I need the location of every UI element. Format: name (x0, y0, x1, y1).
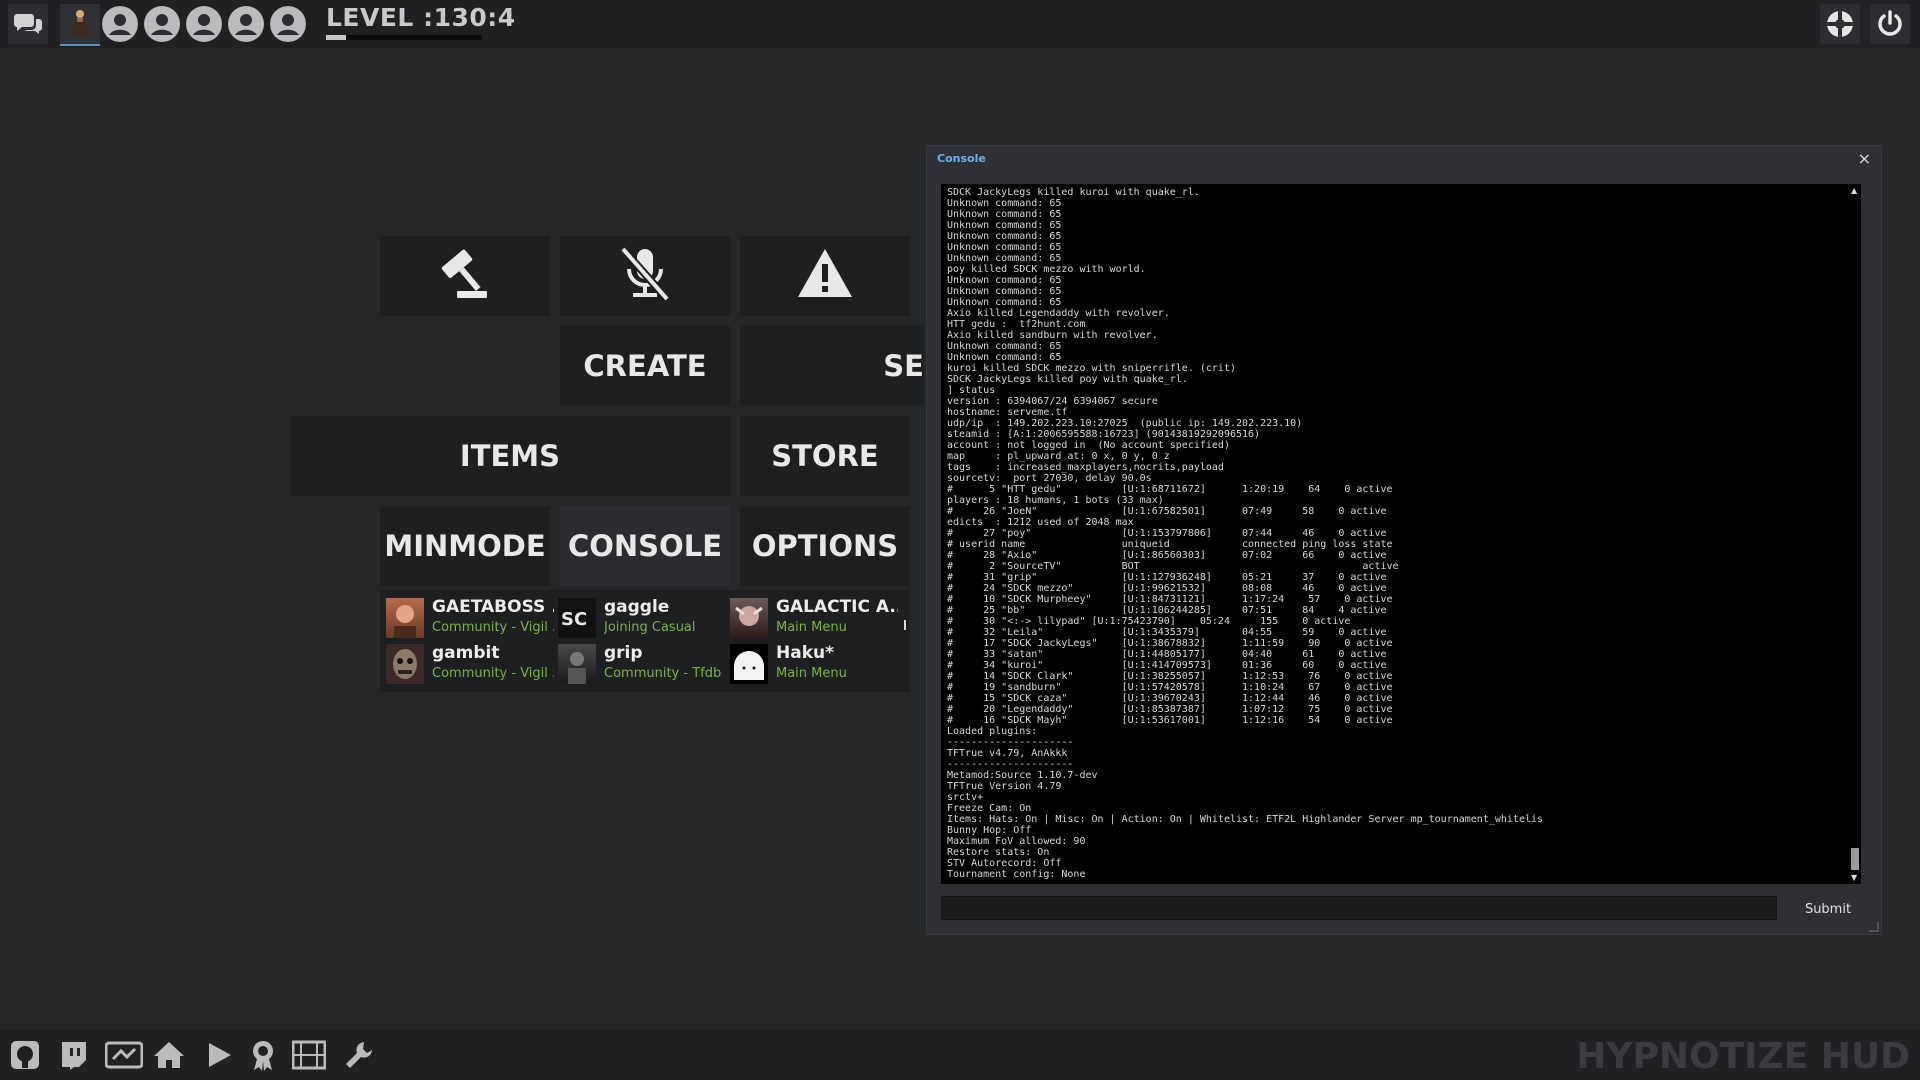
friend-item[interactable]: SC gaggle Joining Casual (552, 594, 724, 640)
avatar-icon[interactable] (144, 6, 180, 42)
tf2-logo-icon[interactable] (1820, 4, 1860, 44)
power-icon[interactable] (1870, 4, 1910, 44)
friend-avatar (386, 598, 424, 638)
friend-avatar: SC (558, 598, 596, 638)
mute-button[interactable] (560, 236, 730, 316)
store-button[interactable]: STORE (740, 416, 910, 496)
bottom-bar: HYPNOTIZE HUD (0, 1030, 1920, 1080)
friend-status: Community - Vigil ... (432, 620, 554, 635)
gavel-icon (435, 245, 495, 308)
github-icon[interactable] (8, 1038, 42, 1072)
avatar-icon[interactable] (228, 6, 264, 42)
twitch-icon[interactable] (56, 1038, 90, 1072)
server-browser-button[interactable]: SE (740, 326, 924, 406)
friend-item[interactable]: grip Community - Tfdb ... (552, 640, 726, 686)
friend-status: Main Menu (776, 620, 847, 635)
wrench-icon[interactable] (342, 1038, 376, 1072)
console-input[interactable] (941, 896, 1777, 920)
friend-name: Haku* (776, 643, 834, 663)
friend-name: GAETABOSS ... (432, 597, 554, 617)
friends-scrollbar[interactable] (904, 620, 906, 630)
friend-name: gaggle (604, 597, 670, 617)
friends-list: GAETABOSS ... Community - Vigil ... SC g… (380, 590, 910, 692)
friend-item[interactable]: gambit Community - Vigil ... (380, 640, 554, 686)
console-output: SDCK JackyLegs killed kuroi with quake_r… (941, 184, 1861, 884)
scroll-up-icon[interactable]: ▲ (1851, 186, 1857, 195)
warning-button[interactable] (740, 236, 910, 316)
friend-item[interactable]: GALACTIC A... Main Menu (724, 594, 898, 640)
console-output-text: SDCK JackyLegs killed kuroi with quake_r… (947, 187, 1544, 880)
friend-status: Main Menu (776, 666, 847, 681)
top-bar: LEVEL :130:4 (0, 0, 1920, 48)
play-icon[interactable] (202, 1038, 236, 1072)
warning-icon (795, 246, 855, 307)
avatar-icon[interactable] (186, 6, 222, 42)
server-button-label: SE (883, 349, 924, 383)
friend-avatar (730, 644, 768, 684)
scroll-down-icon[interactable]: ▼ (1851, 873, 1857, 882)
avatar-icon[interactable] (102, 6, 138, 42)
level-progress-bar (326, 35, 482, 40)
friend-name: gambit (432, 643, 500, 663)
friend-item[interactable]: GAETABOSS ... Community - Vigil ... (380, 594, 554, 640)
report-button[interactable] (380, 236, 550, 316)
friend-avatar (558, 644, 596, 684)
friend-status: Community - Vigil ... (432, 666, 554, 681)
chat-icon[interactable] (8, 4, 48, 44)
brand-logo: HYPNOTIZE HUD (1576, 1036, 1910, 1077)
replay-icon[interactable] (292, 1038, 326, 1072)
achievements-icon[interactable] (246, 1038, 280, 1072)
friend-status: Joining Casual (604, 620, 696, 635)
friend-item[interactable]: Haku* Main Menu (724, 640, 896, 686)
svg-text:SC: SC (561, 609, 587, 630)
level-progress-fill (326, 35, 347, 40)
resize-grip[interactable] (1869, 922, 1879, 932)
console-button[interactable]: CONSOLE (560, 506, 730, 586)
friend-avatar (730, 598, 768, 638)
avatar-icon[interactable] (270, 6, 306, 42)
character-icon[interactable] (60, 4, 100, 46)
level-label: LEVEL :130:4 (326, 3, 516, 32)
close-icon[interactable]: × (1858, 149, 1871, 168)
create-button[interactable]: CREATE (560, 326, 730, 406)
minmode-button[interactable]: MINMODE (380, 506, 550, 586)
server-browser-icon[interactable] (104, 1038, 144, 1072)
options-button[interactable]: OPTIONS (740, 506, 910, 586)
friend-avatar (386, 644, 424, 684)
submit-button[interactable]: Submit (1797, 898, 1859, 920)
console-scrollbar[interactable]: ▲ ▼ (1849, 184, 1861, 884)
console-title: Console (937, 152, 986, 165)
friend-name: grip (604, 643, 643, 663)
console-window: Console × SDCK JackyLegs killed kuroi wi… (926, 145, 1882, 935)
mic-muted-icon (615, 245, 675, 308)
friend-name: GALACTIC A... (776, 597, 898, 617)
home-icon[interactable] (152, 1038, 186, 1072)
scrollbar-thumb[interactable] (1851, 848, 1859, 870)
friend-status: Community - Tfdb ... (604, 666, 726, 681)
items-button[interactable]: ITEMS (290, 416, 730, 496)
